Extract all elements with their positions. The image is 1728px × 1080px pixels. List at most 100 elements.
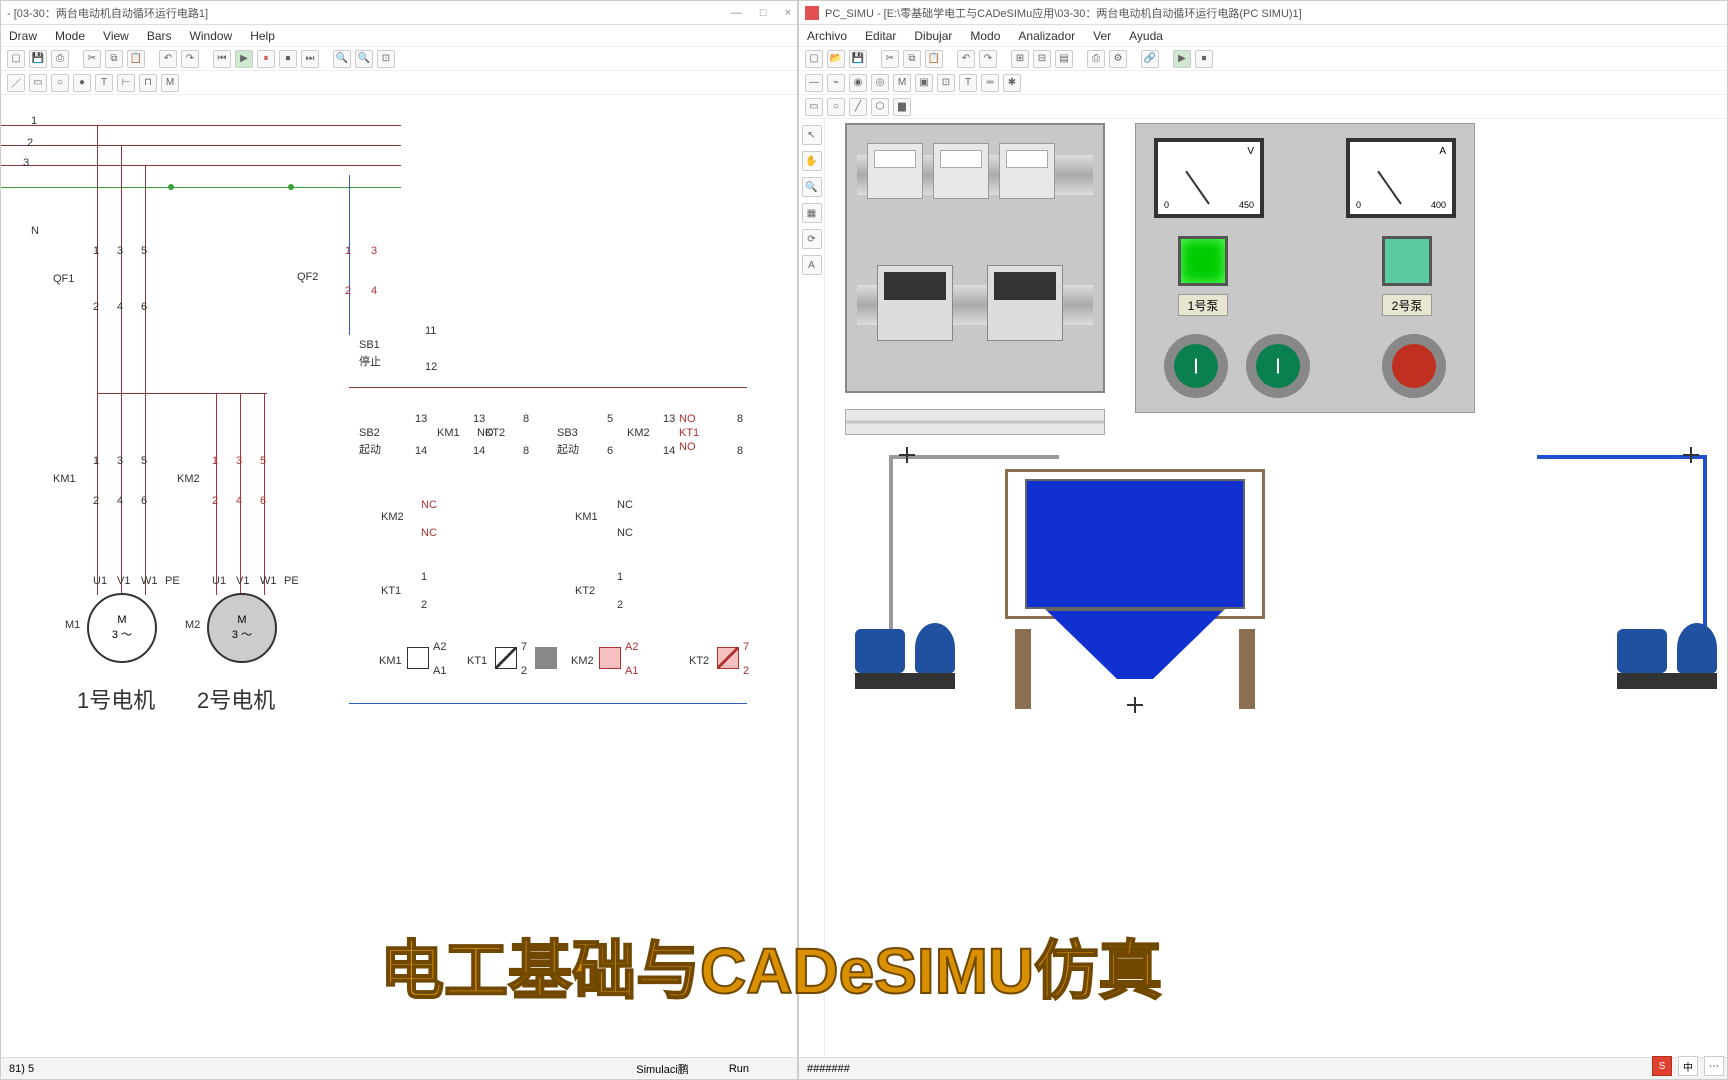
- menu-window[interactable]: Window: [190, 29, 233, 43]
- save-icon-r[interactable]: 💾: [849, 50, 867, 68]
- pe-line: [1, 187, 401, 188]
- electrical-cabinet: [845, 123, 1105, 393]
- comp-conveyor-icon[interactable]: ═: [981, 74, 999, 92]
- voltmeter-unit: V: [1247, 146, 1254, 157]
- ime-more-icon[interactable]: ⋯: [1704, 1056, 1724, 1076]
- shape-circle-icon[interactable]: ○: [827, 98, 845, 116]
- menu-mode[interactable]: Mode: [55, 29, 85, 43]
- comp-wire-icon[interactable]: —: [805, 74, 823, 92]
- select-icon[interactable]: ▦: [802, 203, 822, 223]
- comp-motor-icon[interactable]: M: [893, 74, 911, 92]
- shape-fill-icon[interactable]: ▆: [893, 98, 911, 116]
- tool-motor-icon[interactable]: M: [161, 74, 179, 92]
- valve-left[interactable]: [899, 447, 915, 463]
- comp-valve-icon[interactable]: ✱: [1003, 74, 1021, 92]
- open-icon[interactable]: 📂: [827, 50, 845, 68]
- menu-ver[interactable]: Ver: [1093, 29, 1111, 43]
- zoom-in-icon[interactable]: 🔍: [355, 50, 373, 68]
- tool-node-icon[interactable]: ●: [73, 74, 91, 92]
- minimize-button[interactable]: —: [731, 7, 742, 19]
- link-icon[interactable]: 🔗: [1141, 50, 1159, 68]
- comp-tank-icon[interactable]: ▣: [915, 74, 933, 92]
- m2-u1: U1: [212, 575, 226, 587]
- menu-draw[interactable]: Draw: [9, 29, 37, 43]
- cut-icon[interactable]: ✂: [83, 50, 101, 68]
- config-icon[interactable]: ⚙: [1109, 50, 1127, 68]
- redo-icon-r[interactable]: ↷: [979, 50, 997, 68]
- start-button-2[interactable]: |: [1246, 334, 1310, 398]
- ime-lang-icon[interactable]: 中: [1678, 1056, 1698, 1076]
- breaker-3[interactable]: [999, 143, 1055, 199]
- breaker-2[interactable]: [933, 143, 989, 199]
- menu-bars[interactable]: Bars: [147, 29, 172, 43]
- sb2-sub: 起动: [359, 441, 381, 457]
- tool-coil-icon[interactable]: ⊓: [139, 74, 157, 92]
- cut-icon-r[interactable]: ✂: [881, 50, 899, 68]
- file-open-icon[interactable]: ▢: [7, 50, 25, 68]
- start-button-1[interactable]: |: [1164, 334, 1228, 398]
- zoom-fit-icon[interactable]: ⊡: [377, 50, 395, 68]
- undo-icon[interactable]: ↶: [159, 50, 177, 68]
- right-canvas[interactable]: V 0 450 A 0 400 1号泵 2号泵 | |: [825, 119, 1727, 1057]
- menu-editar[interactable]: Editar: [865, 29, 896, 43]
- menu-ayuda[interactable]: Ayuda: [1129, 29, 1163, 43]
- print-icon[interactable]: ⎙: [51, 50, 69, 68]
- shape-poly-icon[interactable]: ⬡: [871, 98, 889, 116]
- comp-switch-icon[interactable]: ⌁: [827, 74, 845, 92]
- run-icon[interactable]: ▶: [1173, 50, 1191, 68]
- contactor-1[interactable]: [877, 265, 953, 341]
- menu-modo[interactable]: Modo: [970, 29, 1000, 43]
- menu-view[interactable]: View: [103, 29, 129, 43]
- step-fwd-icon[interactable]: ⏭: [301, 50, 319, 68]
- comp-text-icon[interactable]: T: [959, 74, 977, 92]
- comp-meter-icon[interactable]: ⊡: [937, 74, 955, 92]
- maximize-button[interactable]: □: [760, 7, 767, 19]
- copy-icon-r[interactable]: ⧉: [903, 50, 921, 68]
- pointer-icon[interactable]: ↖: [802, 125, 822, 145]
- menu-archivo[interactable]: Archivo: [807, 29, 847, 43]
- stop-icon[interactable]: ⏹: [279, 50, 297, 68]
- stop-button[interactable]: [1382, 334, 1446, 398]
- panel-icon[interactable]: ▤: [1055, 50, 1073, 68]
- contactor-2[interactable]: [987, 265, 1063, 341]
- hand-icon[interactable]: ✋: [802, 151, 822, 171]
- tool-contact-icon[interactable]: ⊢: [117, 74, 135, 92]
- text-icon-r[interactable]: A: [802, 255, 822, 275]
- grid-icon[interactable]: ⊞: [1011, 50, 1029, 68]
- left-canvas[interactable]: 1 2 3 N QF1 1 3 5 2 4 6 KM1 1 3 5 2 4 6 …: [1, 95, 797, 1055]
- zoom-out-icon[interactable]: 🔍: [333, 50, 351, 68]
- drain-valve[interactable]: [1127, 697, 1143, 713]
- save-icon[interactable]: 💾: [29, 50, 47, 68]
- tool-rect-icon[interactable]: ▭: [29, 74, 47, 92]
- copy-icon[interactable]: ⧉: [105, 50, 123, 68]
- undo-icon-r[interactable]: ↶: [957, 50, 975, 68]
- menu-dibujar[interactable]: Dibujar: [914, 29, 952, 43]
- tool-circle-icon[interactable]: ○: [51, 74, 69, 92]
- redo-icon[interactable]: ↷: [181, 50, 199, 68]
- shape-rect-icon[interactable]: ▭: [805, 98, 823, 116]
- tool-line-icon[interactable]: ／: [7, 74, 25, 92]
- rotate-icon[interactable]: ⟳: [802, 229, 822, 249]
- play-icon[interactable]: ▶: [235, 50, 253, 68]
- paste-icon-r[interactable]: 📋: [925, 50, 943, 68]
- close-button[interactable]: ×: [785, 7, 791, 19]
- paste-icon[interactable]: 📋: [127, 50, 145, 68]
- valve-right[interactable]: [1683, 447, 1699, 463]
- menu-analizador[interactable]: Analizador: [1018, 29, 1075, 43]
- print-icon-r[interactable]: ⎙: [1087, 50, 1105, 68]
- comp-lamp-icon[interactable]: ◎: [871, 74, 889, 92]
- pause-icon[interactable]: ⏸: [257, 50, 275, 68]
- ime-sogou-icon[interactable]: S: [1652, 1056, 1672, 1076]
- grid2-icon[interactable]: ⊟: [1033, 50, 1051, 68]
- menu-help[interactable]: Help: [250, 29, 275, 43]
- step-back-icon[interactable]: ⏮: [213, 50, 231, 68]
- zoom-icon-r[interactable]: 🔍: [802, 177, 822, 197]
- m1-u1: U1: [93, 575, 107, 587]
- comp-button-icon[interactable]: ◉: [849, 74, 867, 92]
- tool-text-icon[interactable]: T: [95, 74, 113, 92]
- stop-icon-r[interactable]: ⏹: [1195, 50, 1213, 68]
- ammeter-lo: 0: [1356, 200, 1361, 210]
- new-icon[interactable]: ▢: [805, 50, 823, 68]
- breaker-1[interactable]: [867, 143, 923, 199]
- shape-line-icon[interactable]: ╱: [849, 98, 867, 116]
